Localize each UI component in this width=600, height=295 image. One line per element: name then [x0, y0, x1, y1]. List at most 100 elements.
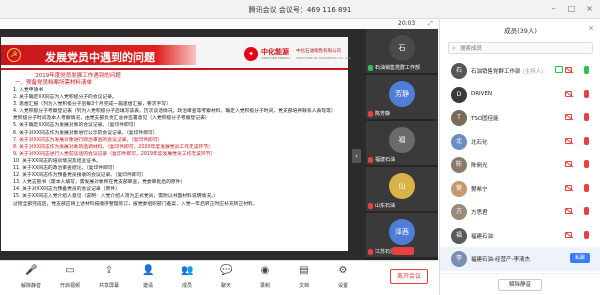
- mic-off-icon: [368, 110, 373, 117]
- avatar: 李: [451, 251, 467, 267]
- member-search-input[interactable]: [460, 44, 590, 53]
- member-row[interactable]: 石石油销售党群工作部 (主持人): [440, 59, 600, 83]
- member-search[interactable]: ⌕: [448, 42, 593, 54]
- maximize-icon[interactable]: □: [567, 4, 576, 13]
- members-icon: 👥: [181, 265, 194, 276]
- member-name: 石油销售党群工作部 (主持人): [471, 67, 543, 75]
- toolbar-chat-button[interactable]: 💬 聊天: [207, 265, 245, 289]
- toolbar-label: 开启视频: [59, 283, 80, 289]
- member-row[interactable]: T TSO固佳能: [440, 106, 600, 130]
- member-name-text: 方思君: [471, 210, 488, 216]
- member-row[interactable]: 李福建石油-经营产-李清杰 私聊: [440, 247, 600, 271]
- minimize-icon[interactable]: –: [549, 4, 558, 13]
- toolbar-label: 聊天: [220, 283, 231, 289]
- video-avatar: 石: [389, 35, 415, 61]
- toolbar-share-screen-button[interactable]: ⇪ 共享屏幕: [90, 265, 128, 289]
- slide-item: 7. 关于对XX同志为发展对象进行政治审查的会议记录。（复印件即可）: [13, 137, 163, 143]
- members-panel: 成员(39人) × ⌕ 石石油销售党群工作部(主持人) D DRIVEN T TSO固佳…: [439, 19, 600, 295]
- video-avatar: 山: [389, 173, 415, 199]
- member-row[interactable]: 北北石化: [440, 130, 600, 154]
- member-row[interactable]: 方方思君: [440, 200, 600, 224]
- close-panel-icon[interactable]: ×: [588, 24, 594, 32]
- avatar: 方: [451, 204, 467, 220]
- camera-off-icon: [565, 137, 572, 144]
- slide-item-list: 1. 入党申请书 2. 关于确定XX同志为入党积极分子的会议记录。 3. 思想汇报（…: [13, 87, 343, 208]
- member-name: DRIVEN: [471, 91, 492, 97]
- slide-heading: 2019年度党员发展工作遇到的问题: [35, 73, 121, 79]
- camera-off-icon: [565, 208, 572, 214]
- toolbar-label: 文档: [298, 283, 309, 289]
- member-name: 樊希宁: [471, 185, 488, 193]
- member-name: 福建石油: [471, 232, 493, 240]
- member-row[interactable]: 陈陈俐光: [440, 153, 600, 177]
- mic-on-icon: [584, 66, 589, 74]
- slide-item: 9. 关于对XX同志进行入党前谈话的会议记录（复印件即可，2019年度发展党员工…: [13, 151, 216, 157]
- video-tile[interactable]: 福福建石油: [366, 121, 438, 167]
- member-name: 方思君: [471, 208, 488, 216]
- slide-item: 13. 入党志愿书（需本人填写，需发展对象所在党支部审查，党委审批后的原件）: [13, 180, 186, 186]
- avatar: T: [451, 110, 467, 126]
- toolbar-record-button[interactable]: ◉ 录制: [246, 265, 284, 289]
- settings-icon: ⚙: [338, 265, 348, 276]
- mic-muted-icon: 🎤: [25, 265, 38, 276]
- member-row[interactable]: 福福建石油: [440, 224, 600, 248]
- member-name-text: 樊希宁: [471, 186, 488, 193]
- logo-company-en: SINOCHEM OIL MARKETING CO., LTD.: [296, 56, 352, 60]
- unmute-all-button[interactable]: 解除静音: [498, 279, 542, 291]
- screen-share-icon: [555, 66, 563, 73]
- toolbar-label: 共享屏幕: [98, 283, 119, 289]
- close-window-icon[interactable]: ×: [585, 4, 594, 13]
- toolbar-mic-muted-button[interactable]: 🎤 解除静音: [12, 265, 50, 289]
- mic-off-icon: [584, 183, 589, 192]
- slide-divider: [1, 68, 348, 70]
- slide-item: 3. 思想汇报（列为入党积极分子后每3个月完成一篇思想汇报，要求手写）: [13, 102, 171, 108]
- camera-off-icon: [565, 161, 572, 167]
- camera-off-icon: [565, 90, 572, 97]
- toolbar-label: 邀请: [142, 283, 153, 289]
- toolbar-invite-button[interactable]: 👤 邀请: [129, 265, 167, 289]
- toolbar-camera-off-button[interactable]: ▭ 开启视频: [51, 265, 89, 289]
- slide-item: 5. 关于确定XX同志为发展对象的会议记录。（复印件即可）: [13, 123, 139, 129]
- video-tile[interactable]: 石石油销售党群工作部: [366, 29, 438, 75]
- member-role: (主持人): [522, 69, 544, 75]
- video-name-text: 福建石油: [375, 157, 396, 163]
- sinochem-logo-icon: ✦: [244, 47, 258, 61]
- meeting-toolbar: 离开会议 🎤 解除静音 ▭ 开启视频 ⇪ 共享屏幕 👤 邀请 👥 成员 💬 聊天 ◉ 录制 ▤ 文档 ⚙ 设置: [0, 260, 438, 295]
- member-name: TSO固佳能: [471, 114, 499, 122]
- member-name-text: 福建石油: [471, 233, 494, 240]
- members-panel-footer: 解除静音: [440, 273, 600, 295]
- leave-meeting-button[interactable]: 离开会议: [390, 269, 428, 284]
- video-avatar: 福: [389, 127, 415, 153]
- record-icon: ◉: [260, 265, 270, 276]
- fullscreen-icon[interactable]: ⤢: [428, 20, 433, 28]
- slide-item: 2. 关于确定XX同志为入党积极分子的会议记录。: [13, 95, 117, 101]
- video-tile[interactable]: 芳静 陈芳静: [366, 75, 438, 121]
- slide-title-banner: ☭ 发展党员中遇到的问题: [1, 45, 196, 65]
- toolbar-label: 录制: [259, 283, 270, 289]
- slide-body: 2019年度党员发展工作遇到的问题 一、预备党员档案所需材料清单 1. 入党申请…: [13, 73, 343, 208]
- member-name-text: 石油销售党群工作部: [471, 69, 521, 75]
- slide-item: 12. 关于XX同志作为预备党员接收的会议记录。（复印件即可）: [13, 173, 147, 179]
- toolbar-members-button[interactable]: 👥 成员: [168, 265, 206, 289]
- member-name-text: DRIVEN: [471, 90, 493, 97]
- document-icon: ▤: [299, 265, 309, 276]
- video-strip-end-indicator: [392, 247, 414, 255]
- shared-screen-stage: ☭ 发展党员中遇到的问题 ✦ 中化能源 SINOCHEM ENERGY 中化石油…: [0, 29, 366, 260]
- invite-icon: 👤: [142, 265, 155, 276]
- member-row[interactable]: D DRIVEN: [440, 83, 600, 107]
- toolbar-label: 设置: [337, 283, 348, 289]
- toolbar-settings-button[interactable]: ⚙ 设置: [324, 265, 362, 289]
- party-emblem-icon: ☭: [7, 48, 21, 62]
- member-name-text: 福建石油-经营产-李清杰: [471, 257, 530, 263]
- slide-item: 10. 关于XX同志的培训情况及结业证书。: [13, 158, 101, 164]
- member-row[interactable]: 樊樊希宁: [440, 177, 600, 201]
- private-chat-button[interactable]: 私聊: [570, 253, 590, 263]
- toolbar-document-button[interactable]: ▤ 文档: [285, 265, 323, 289]
- video-tile[interactable]: 山山东石油: [366, 167, 438, 213]
- camera-off-icon: [565, 231, 572, 238]
- video-avatar: 芳静: [389, 81, 415, 107]
- mic-off-icon: [584, 113, 589, 121]
- collapse-video-arrow-icon[interactable]: ›: [352, 149, 361, 163]
- chat-icon: 💬: [220, 265, 233, 276]
- avatar: 石: [451, 63, 467, 79]
